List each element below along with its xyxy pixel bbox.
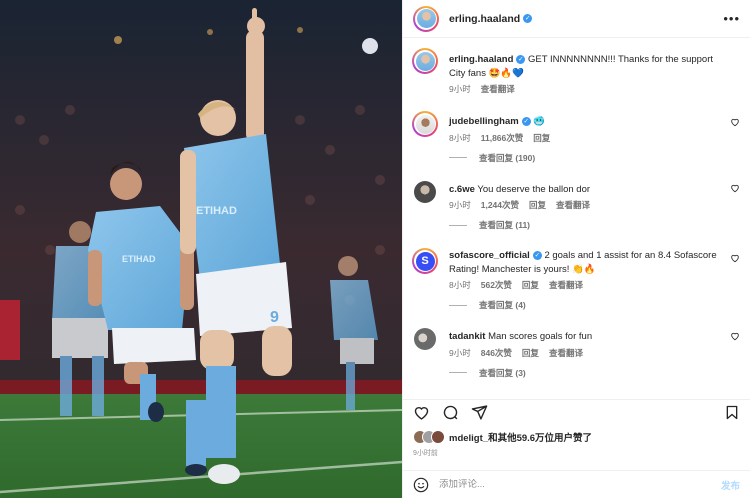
author-username[interactable]: erling.haaland	[449, 13, 520, 25]
commenter-avatar[interactable]	[414, 180, 436, 203]
likes-summary[interactable]: mdeligt_和其他59.6万位用户赞了	[413, 430, 740, 444]
post-details-panel: erling.haaland ✓ ••• erling.haaland ✓ GET…	[402, 0, 750, 498]
translate-link[interactable]: 查看翻译	[549, 347, 583, 359]
comment-like-count[interactable]: 1,244次赞	[481, 199, 519, 211]
view-replies-label: 查看回复 (3)	[479, 367, 526, 378]
comment-item: c.6we You deserve the ballon dor 9小时 1,2…	[403, 180, 750, 232]
reply-link[interactable]: 回复	[533, 132, 550, 144]
comment-text: You deserve the ballon dor	[477, 183, 591, 195]
translate-link[interactable]: 查看翻译	[556, 199, 590, 211]
reply-link[interactable]: 回复	[522, 279, 539, 291]
like-heart-icon[interactable]	[413, 404, 430, 421]
comment-input[interactable]	[439, 479, 721, 490]
liker-username[interactable]: mdeligt_	[449, 433, 488, 444]
reply-link[interactable]: 回复	[529, 199, 546, 211]
comment-time: 8小时	[449, 280, 471, 290]
share-send-icon[interactable]	[471, 404, 488, 421]
comment-like-count[interactable]: 562次赞	[481, 279, 512, 291]
view-replies-link[interactable]: 查看回复 (11)	[449, 219, 718, 231]
view-replies-label: 查看回复 (4)	[479, 300, 526, 310]
comment-text: 🥶	[533, 116, 546, 127]
post-timestamp: 9小时前	[413, 450, 438, 457]
likes-count-text[interactable]: 和其他59.6万位用户赞了	[488, 433, 592, 444]
caption-avatar[interactable]	[412, 48, 438, 74]
add-comment-bar: 发布	[403, 470, 750, 498]
comment-item: S sofascore_official ✓ 2 goals and 1 assi…	[403, 248, 750, 311]
comment-like-count[interactable]: 846次赞	[481, 347, 512, 359]
svg-text:ETIHAD: ETIHAD	[122, 254, 156, 264]
verified-badge-icon: ✓	[516, 54, 526, 64]
caption: erling.haaland ✓ GET INNNNNNNN!!! Thanks …	[403, 46, 750, 95]
heart-icon[interactable]	[730, 183, 740, 193]
view-replies-label: 查看回复 (11)	[479, 220, 531, 230]
shirt-sponsor: ETIHAD	[196, 205, 237, 217]
heart-icon[interactable]	[730, 117, 740, 127]
comment-item: tadankit Man scores goals for fun 9小时 84…	[403, 328, 750, 379]
caption-time: 9小时	[449, 84, 471, 94]
football-celebration-image: ETIHAD ETIHAD 9	[0, 0, 402, 498]
commenter-username[interactable]: judebellingham	[449, 116, 519, 127]
verified-badge-icon: ✓	[532, 250, 542, 260]
view-replies-link[interactable]: 查看回复 (3)	[449, 367, 718, 379]
shirt-number: 9	[270, 309, 279, 326]
save-bookmark-icon[interactable]	[724, 404, 740, 421]
commenter-avatar[interactable]: S	[412, 248, 438, 274]
caption-translate-link[interactable]: 查看翻译	[481, 83, 515, 95]
commenter-username[interactable]: sofascore_official	[449, 250, 530, 261]
verified-badge-icon: ✓	[523, 14, 533, 23]
commenter-avatar[interactable]	[412, 111, 438, 137]
verified-badge-icon: ✓	[521, 116, 531, 126]
comment-time: 9小时	[449, 347, 471, 358]
comment-item: judebellingham ✓ 🥶 8小时 11,866次赞 回复 查看回复 (…	[403, 111, 750, 164]
post-photo[interactable]: ETIHAD ETIHAD 9	[0, 0, 402, 498]
view-replies-label: 查看回复 (190)	[479, 152, 536, 163]
post-comment-button[interactable]: 发布	[721, 478, 740, 492]
comments-list[interactable]: erling.haaland ✓ GET INNNNNNNN!!! Thanks …	[403, 40, 750, 396]
commenter-avatar[interactable]	[414, 328, 436, 350]
instagram-post-view: ETIHAD ETIHAD 9 erling.haaland ✓ ••• erl…	[0, 0, 750, 498]
post-action-bar	[403, 399, 750, 425]
commenter-username[interactable]: c.6we	[449, 184, 475, 195]
emoji-icon[interactable]	[413, 477, 429, 493]
view-replies-link[interactable]: 查看回复 (4)	[449, 299, 718, 311]
comment-time: 8小时	[449, 132, 471, 143]
heart-icon[interactable]	[730, 331, 740, 341]
caption-username[interactable]: erling.haaland	[449, 54, 513, 65]
post-header: erling.haaland ✓ •••	[403, 0, 750, 38]
commenter-username[interactable]: tadankit	[449, 331, 485, 342]
view-replies-link[interactable]: 查看回复 (190)	[449, 152, 718, 164]
comment-bubble-icon[interactable]	[442, 404, 459, 421]
heart-icon[interactable]	[730, 253, 740, 263]
comment-text: Man scores goals for fun	[488, 331, 593, 342]
comment-time: 9小时	[449, 200, 471, 210]
author-avatar[interactable]	[413, 5, 439, 32]
comment-like-count[interactable]: 11,866次赞	[481, 132, 524, 144]
reply-link[interactable]: 回复	[522, 347, 539, 359]
liker-avatar	[431, 430, 445, 444]
translate-link[interactable]: 查看翻译	[549, 279, 583, 291]
more-options-icon[interactable]: •••	[723, 12, 740, 25]
